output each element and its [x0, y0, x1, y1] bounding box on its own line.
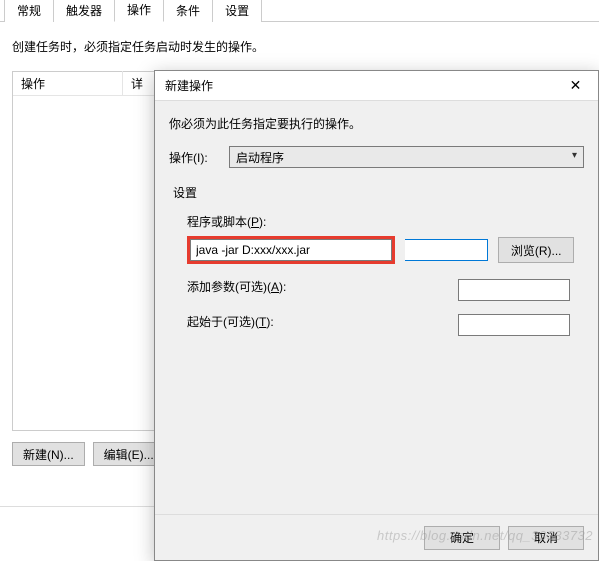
tab-general[interactable]: 常规: [4, 0, 54, 22]
program-label: 程序或脚本(P):: [187, 213, 574, 230]
args-input[interactable]: [458, 279, 570, 301]
dialog-description: 你必须为此任务指定要执行的操作。: [155, 101, 598, 142]
tab-strip: 常规 触发器 操作 条件 设置: [0, 0, 599, 22]
tab-triggers[interactable]: 触发器: [53, 0, 115, 22]
action-buttons: 新建(N)... 编辑(E)...: [12, 442, 165, 466]
program-input[interactable]: [190, 239, 392, 261]
browse-button[interactable]: 浏览(R)...: [498, 237, 574, 263]
new-button[interactable]: 新建(N)...: [12, 442, 85, 466]
dialog-title-text: 新建操作: [165, 77, 213, 94]
dialog-titlebar: 新建操作 ✕: [155, 71, 598, 101]
close-icon[interactable]: ✕: [553, 71, 598, 101]
startin-input[interactable]: [458, 314, 570, 336]
tab-actions[interactable]: 操作: [114, 0, 164, 22]
tab-settings[interactable]: 设置: [212, 0, 262, 22]
action-select[interactable]: 启动程序: [229, 146, 584, 168]
program-input-highlight: [187, 236, 395, 264]
ok-button[interactable]: 确定: [424, 526, 500, 550]
tab-conditions[interactable]: 条件: [163, 0, 213, 22]
tab-description: 创建任务时，必须指定任务启动时发生的操作。: [0, 22, 599, 65]
action-label: 操作(I):: [169, 149, 221, 166]
new-action-dialog: 新建操作 ✕ 你必须为此任务指定要执行的操作。 操作(I): 启动程序 设置 程…: [154, 70, 599, 561]
startin-label: 起始于(可选)(T):: [187, 313, 274, 330]
action-select-value: 启动程序: [236, 149, 284, 166]
action-row: 操作(I): 启动程序: [155, 142, 598, 172]
args-label: 添加参数(可选)(A):: [187, 278, 286, 295]
dialog-footer: 确定 取消: [155, 514, 598, 560]
program-input-extend[interactable]: [405, 239, 488, 261]
settings-group: 设置 程序或脚本(P): 浏览(R)... 添加参数(可选)(A): 起始于(可…: [169, 178, 584, 354]
col-action[interactable]: 操作: [13, 71, 123, 96]
settings-group-label: 设置: [169, 178, 584, 203]
cancel-button[interactable]: 取消: [508, 526, 584, 550]
